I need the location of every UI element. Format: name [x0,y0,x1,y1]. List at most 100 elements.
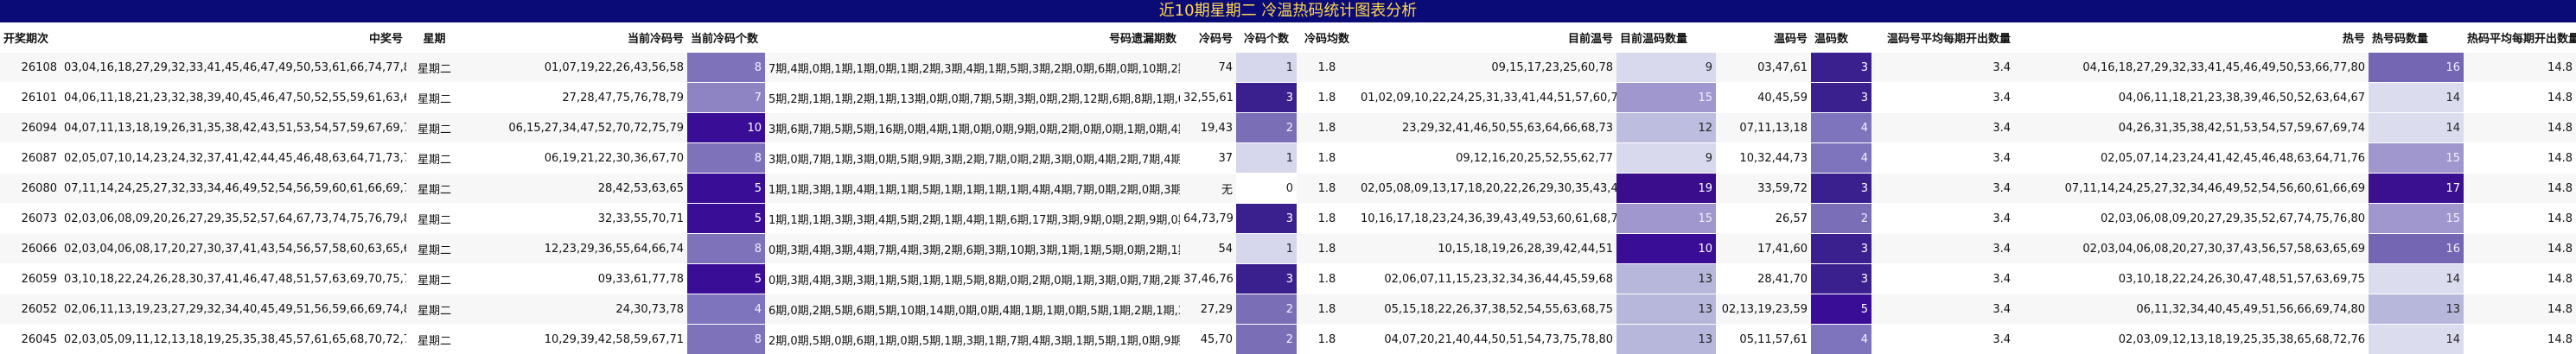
table-body: 2610803,04,16,18,27,29,32,33,41,45,46,47… [0,53,2576,354]
numbers-cell: 04,07,11,13,18,19,26,31,35,38,42,43,51,5… [61,113,406,143]
warm-numbers-cell: 10,15,18,19,26,28,39,42,44,51 [1357,234,1616,264]
column-header: 目前温号 [1357,22,1616,53]
header-row: 开奖期次中奖号星期当前冷码号当前冷码个数号码遗漏期数冷码号冷码个数冷码均数目前温… [0,22,2576,53]
cold-hit-cell: 74 [1180,53,1236,83]
warm-avg-cell: 3.4 [1871,53,2014,83]
cold-numbers-cell: 24,30,73,78 [462,294,687,325]
hot-avg-cell: 14.8 [2464,264,2576,294]
hot-numbers-cell: 04,26,31,35,38,42,51,53,54,57,59,67,69,7… [2014,113,2369,143]
cold-avg-cell: 1.8 [1297,325,1357,354]
warm-avg-cell: 3.4 [1871,174,2014,204]
column-header: 温码数 [1811,22,1871,53]
numbers-cell: 02,03,04,06,08,17,20,27,30,37,41,43,54,5… [61,234,406,264]
column-header: 当前冷码个数 [687,22,765,53]
cold-numbers-cell: 09,33,61,77,78 [462,264,687,294]
hot-numbers-cell: 02,03,09,12,13,18,19,25,35,38,65,68,72,7… [2014,325,2369,354]
cold-hit-cell: 32,55,61 [1180,83,1236,113]
miss-cell: 3期,0期,7期,1期,3期,0期,5期,9期,3期,2期,7期,0期,2期,3… [765,143,1180,174]
cold-hit-cell: 54 [1180,234,1236,264]
column-header: 冷码号 [1180,22,1236,53]
column-header: 星期 [406,22,462,53]
cold-hit-cell: 37 [1180,143,1236,174]
column-header: 热号码数量 [2369,22,2464,53]
numbers-cell: 03,04,16,18,27,29,32,33,41,45,46,47,49,5… [61,53,406,83]
warm-hit-cell: 03,47,61 [1716,53,1811,83]
cold-hit-count-cell: 3 [1236,204,1297,234]
cold-numbers-cell: 10,29,39,42,58,59,67,71 [462,325,687,354]
miss-cell: 0期,3期,4期,3期,4期,7期,4期,3期,2期,6期,3期,10期,3期,… [765,234,1180,264]
numbers-cell: 07,11,14,24,25,27,32,33,34,46,49,52,54,5… [61,174,406,204]
warm-hit-count-cell: 3 [1811,174,1871,204]
warm-count-cell: 12 [1616,113,1716,143]
cold-hit-cell: 27,29 [1180,294,1236,325]
warm-hit-count-cell: 4 [1811,113,1871,143]
warm-hit-count-cell: 3 [1811,234,1871,264]
table-row: 2608007,11,14,24,25,27,32,33,34,46,49,52… [0,174,2576,204]
numbers-cell: 02,05,07,10,14,23,24,32,37,41,42,44,45,4… [61,143,406,174]
cold-hit-count-cell: 1 [1236,234,1297,264]
miss-cell: 7期,4期,0期,1期,1期,0期,1期,2期,3期,4期,1期,5期,3期,2… [765,53,1180,83]
warm-count-cell: 15 [1616,204,1716,234]
warm-numbers-cell: 04,07,20,21,40,44,50,51,54,73,75,78,80 [1357,325,1616,354]
numbers-cell: 02,03,05,09,11,12,13,18,19,25,35,38,45,5… [61,325,406,354]
table-row: 2608702,05,07,10,14,23,24,32,37,41,42,44… [0,143,2576,174]
weekday-cell: 星期二 [406,294,462,325]
cold-hit-count-cell: 1 [1236,143,1297,174]
hot-numbers-cell: 02,03,04,06,08,20,27,30,37,43,56,57,58,6… [2014,234,2369,264]
column-header: 热号 [2014,22,2369,53]
hot-count-cell: 16 [2369,234,2464,264]
hot-avg-cell: 14.8 [2464,113,2576,143]
weekday-cell: 星期二 [406,325,462,354]
hot-count-cell: 13 [2369,294,2464,325]
cold-hit-cell: 19,43 [1180,113,1236,143]
cold-count-cell: 5 [687,204,765,234]
hot-avg-cell: 14.8 [2464,325,2576,354]
issue-cell: 26080 [0,174,61,204]
cold-numbers-cell: 06,15,27,34,47,52,70,72,75,79 [462,113,687,143]
cold-numbers-cell: 28,42,53,63,65 [462,174,687,204]
issue-cell: 26094 [0,113,61,143]
hot-numbers-cell: 07,11,14,24,25,27,32,34,46,49,52,54,56,6… [2014,174,2369,204]
table-row: 2604502,03,05,09,11,12,13,18,19,25,35,38… [0,325,2576,354]
miss-cell: 0期,3期,4期,3期,3期,1期,5期,1期,1期,5期,8期,0期,2期,0… [765,264,1180,294]
warm-numbers-cell: 01,02,09,10,22,24,25,31,33,41,44,51,57,6… [1357,83,1616,113]
warm-avg-cell: 3.4 [1871,83,2014,113]
cold-hit-count-cell: 1 [1236,53,1297,83]
cold-hit-cell: 45,70 [1180,325,1236,354]
warm-avg-cell: 3.4 [1871,204,2014,234]
warm-hit-count-cell: 4 [1811,143,1871,174]
hot-count-cell: 15 [2369,143,2464,174]
warm-numbers-cell: 10,16,17,18,23,24,36,39,43,49,53,60,61,6… [1357,204,1616,234]
warm-hit-cell: 05,11,57,61 [1716,325,1811,354]
miss-cell: 6期,0期,2期,5期,6期,5期,10期,14期,0期,0期,4期,1期,1期… [765,294,1180,325]
hot-numbers-cell: 02,03,06,08,09,20,27,29,35,52,67,74,75,7… [2014,204,2369,234]
issue-cell: 26052 [0,294,61,325]
table-row: 2605202,06,11,13,19,23,27,29,32,34,40,45… [0,294,2576,325]
warm-numbers-cell: 05,15,18,22,26,37,38,52,54,55,63,68,75 [1357,294,1616,325]
cold-count-cell: 7 [687,83,765,113]
weekday-cell: 星期二 [406,174,462,204]
warm-count-cell: 15 [1616,83,1716,113]
hot-numbers-cell: 03,10,18,22,24,26,30,47,48,51,57,63,69,7… [2014,264,2369,294]
warm-hit-cell: 10,32,44,73 [1716,143,1811,174]
numbers-cell: 02,03,06,08,09,20,26,27,29,35,52,57,64,6… [61,204,406,234]
weekday-cell: 星期二 [406,143,462,174]
cold-avg-cell: 1.8 [1297,83,1357,113]
hot-count-cell: 16 [2369,53,2464,83]
cold-count-cell: 8 [687,325,765,354]
hot-numbers-cell: 06,11,32,34,40,45,49,51,56,66,69,74,80 [2014,294,2369,325]
weekday-cell: 星期二 [406,264,462,294]
issue-cell: 26073 [0,204,61,234]
warm-count-cell: 13 [1616,264,1716,294]
warm-count-cell: 10 [1616,234,1716,264]
table-row: 2605903,10,18,22,24,26,28,30,37,41,46,47… [0,264,2576,294]
warm-hit-cell: 33,59,72 [1716,174,1811,204]
cold-count-cell: 8 [687,234,765,264]
hot-avg-cell: 14.8 [2464,294,2576,325]
issue-cell: 26101 [0,83,61,113]
cold-avg-cell: 1.8 [1297,234,1357,264]
miss-cell: 5期,2期,1期,1期,2期,1期,13期,0期,0期,7期,5期,3期,0期,… [765,83,1180,113]
weekday-cell: 星期二 [406,113,462,143]
cold-count-cell: 4 [687,294,765,325]
cold-numbers-cell: 32,33,55,70,71 [462,204,687,234]
